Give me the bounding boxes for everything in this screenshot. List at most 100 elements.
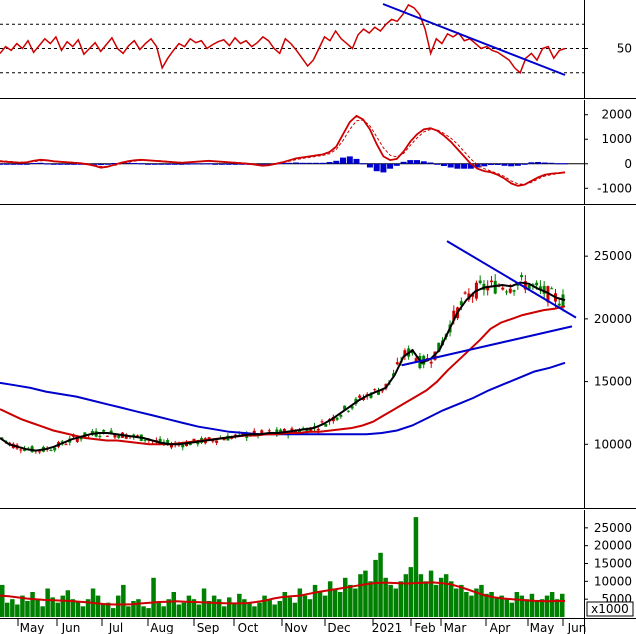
macd-histogram-bar [306,162,313,164]
macd-histogram-bar [158,163,165,165]
volume-bar [514,592,520,617]
volume-bar [237,593,242,617]
macd-histogram-bar [37,162,44,164]
volume-bar [35,599,40,617]
macd-histogram-bar [521,163,528,165]
x-axis-label-4: Sep [197,621,220,634]
x-axis-label-2: Jul [108,621,123,634]
volume-bar [544,595,550,617]
price-candle-body [38,451,42,453]
macd-histogram-bar [440,163,447,166]
macd-histogram-bar [454,163,461,169]
volume-bar [479,584,484,617]
price-candle-body [493,280,497,294]
volume-bar [15,604,20,617]
macd-histogram-bar [494,163,501,165]
volume-panel-tick-label-2: 15000 [594,557,632,571]
price-candle-body [102,429,106,432]
x-axis-label-1: Jun [61,621,81,634]
price-candle-body [181,444,185,448]
chart-canvas: 50200010000-1000250002000015000100002500… [0,0,636,634]
volume-bar [307,599,313,617]
x-axis-label-0: May [20,621,45,634]
macd-histogram-bar [340,157,346,164]
macd-histogram-bar [313,162,320,164]
macd-histogram-bar [535,162,542,164]
volume-bar [353,588,358,617]
volume-bar [368,581,373,617]
price-panel-tick-label-2: 15000 [594,375,632,389]
volume-bar [121,584,126,617]
macd-histogram-bar [192,163,199,165]
volume-bar [40,606,45,617]
volume-bar [449,581,454,617]
volume-bar [560,593,565,617]
volume-bar [257,602,262,617]
volume-bar [25,601,30,617]
volume-bar [262,595,267,617]
volume-bar [156,602,161,617]
volume-bar [454,588,459,617]
macd-histogram-bar [165,163,172,165]
volume-bar [10,599,15,617]
volume-bar [267,599,272,617]
volume-bar [186,595,192,617]
macd-histogram-bar [488,163,494,165]
macd-histogram-bar [514,163,521,166]
volume-bar [338,592,343,617]
stock-chart: 50 2000 1000 0 -1000 25000 20000 15000 10000 2500… [0,0,636,634]
volume-bar [100,604,106,617]
macd-histogram-bar [151,163,158,165]
macd-histogram-bar [44,163,51,165]
volume-bar [398,581,403,617]
volume-bar [141,606,146,617]
volume-bar [297,588,303,617]
macd-histogram-bar [400,161,407,164]
volume-bar [0,584,5,617]
volume-bar [433,584,439,617]
macd-histogram-bar [219,163,225,165]
volume-bar [393,588,398,617]
price-candle-body [339,414,343,417]
volume-bar [116,595,121,617]
volume-bar [484,593,489,617]
price-candle-body [49,450,53,452]
volume-bar [146,608,151,617]
volume-bar [292,602,298,617]
macd-panel-tick-label-0: 2000 [601,108,632,122]
macd-histogram-bar [299,162,306,164]
price-candle-body [215,440,219,443]
price-candle-body [64,444,68,446]
macd-panel-tick-label-1: 1000 [601,132,632,146]
price-candle-body [53,447,57,451]
macd-histogram-bar [528,162,535,164]
macd-histogram-bar [198,163,205,165]
macd-histogram-bar [414,160,420,164]
volume-bar [312,584,318,617]
volume-bar [378,552,383,617]
price-candle-body [429,361,433,364]
x-axis-label-5: Oct [238,621,259,634]
macd-histogram-bar [185,163,192,165]
macd-histogram-bar [145,163,151,165]
macd-histogram-bar [138,163,145,165]
volume-bar [111,608,116,617]
macd-histogram-bar [30,163,37,164]
volume-panel-tick-label-3: 10000 [594,574,632,588]
volume-bar [494,597,499,617]
volume-bar [222,606,227,617]
volume-bar [80,606,86,617]
macd-histogram-bar [555,163,562,165]
price-candle-body [358,395,362,398]
volume-bar [151,577,156,617]
volume-bar [287,597,292,617]
x-axis-label-7: Dec [327,621,350,634]
macd-histogram-bar [562,163,568,165]
volume-bar [227,597,232,617]
volume-bar [232,602,237,617]
macd-histogram-bar [293,162,299,164]
volume-bar [136,599,141,617]
volume-bar [196,604,202,617]
price-candle-body [335,417,339,420]
macd-histogram-bar [212,163,219,165]
